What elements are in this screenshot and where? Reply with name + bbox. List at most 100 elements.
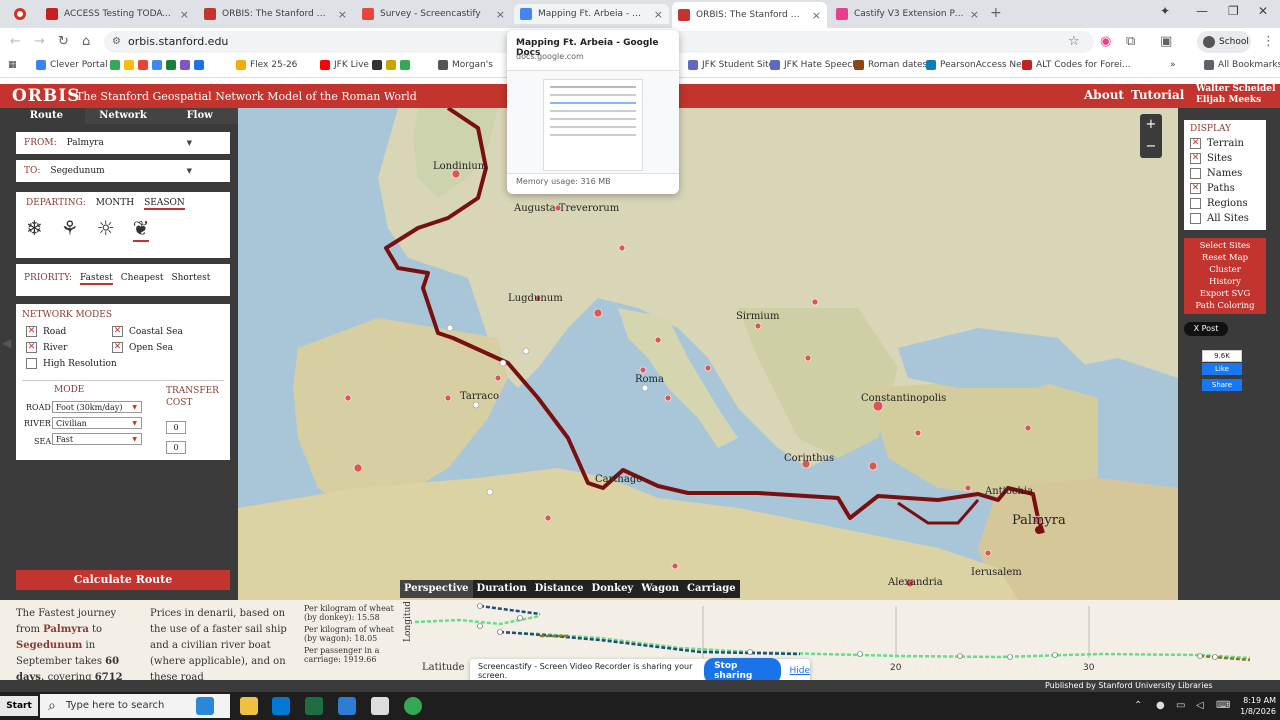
bookmark-roman-dates[interactable]: Roman dates <box>854 60 927 70</box>
chrome-icon[interactable] <box>404 697 422 715</box>
checkbox-empty-icon[interactable] <box>1190 168 1201 179</box>
chart-tab-duration[interactable]: Duration <box>473 580 531 598</box>
autumn-leaf-icon[interactable]: ❦ <box>132 216 150 242</box>
bookmark-jfk-live[interactable]: JFK Live <box>320 60 369 70</box>
chart-tab-wagon[interactable]: Wagon <box>637 580 683 598</box>
castify-extension-icon[interactable]: ◉ <box>1100 34 1111 49</box>
calculate-route-button[interactable]: Calculate Route <box>16 570 230 590</box>
spring-tulip-icon[interactable]: ⚘ <box>61 216 79 242</box>
site-dot[interactable] <box>444 394 452 402</box>
season-toggle[interactable]: SEASON <box>144 198 185 210</box>
chart-tab-donkey[interactable]: Donkey <box>588 580 638 598</box>
chart-tab-distance[interactable]: Distance <box>531 580 588 598</box>
site-dot[interactable] <box>704 364 712 372</box>
about-link[interactable]: About <box>1084 88 1124 102</box>
bookmark-icon-strip[interactable] <box>110 60 208 70</box>
taskbar-clock[interactable]: 8:19 AM 1/8/2026 <box>1238 695 1276 717</box>
restore-icon[interactable]: ❐ <box>1228 4 1239 18</box>
close-icon[interactable]: × <box>496 8 505 21</box>
site-dot[interactable] <box>618 244 626 252</box>
tray-chevron-icon[interactable]: ⌃ <box>1134 700 1142 711</box>
tab-mapping-docs[interactable]: Mapping Ft. Arbeia - Google D× <box>514 4 669 24</box>
x-post-button[interactable]: X Post <box>1184 322 1228 336</box>
tab-access-testing[interactable]: ACCESS Testing TODAY PERIOD× <box>40 4 195 24</box>
bookmark-alt-codes[interactable]: ALT Codes for Forei... <box>1022 60 1131 70</box>
reset-map-link[interactable]: Reset Map <box>1184 252 1266 264</box>
tab-route[interactable]: Route <box>8 108 85 124</box>
month-toggle[interactable]: MONTH <box>96 198 134 210</box>
sea-mode-select[interactable]: Fast <box>52 433 142 445</box>
path-coloring-link[interactable]: Path Coloring <box>1184 300 1266 312</box>
road-mode-select[interactable]: Foot (30km/day) <box>52 401 142 413</box>
site-dot[interactable] <box>353 463 363 473</box>
tab-survey[interactable]: Survey - Screencastify × <box>356 4 511 24</box>
city-label-antiochia[interactable]: Antiochia <box>984 486 1033 497</box>
app-icon[interactable] <box>272 697 290 715</box>
chart-tab-carriage[interactable]: Carriage <box>683 580 740 598</box>
city-label-constantinopolis[interactable]: Constantinopolis <box>861 393 946 404</box>
city-label-roma[interactable]: Roma <box>635 374 664 385</box>
site-dot[interactable] <box>639 366 647 374</box>
site-dot[interactable] <box>1024 424 1032 432</box>
river-mode-select[interactable]: Civilian <box>52 417 142 429</box>
site-dot[interactable] <box>964 484 972 492</box>
gemini-icon[interactable]: ✦ <box>1160 4 1170 18</box>
display-paths[interactable]: ✕ Paths <box>1190 181 1260 196</box>
site-dot[interactable] <box>344 394 352 402</box>
bookmark-star-icon[interactable]: ☆ <box>1068 34 1080 49</box>
city-label-corinthus[interactable]: Corinthus <box>784 453 834 464</box>
site-dot[interactable] <box>868 461 878 471</box>
back-icon[interactable]: ← <box>10 34 21 49</box>
facebook-share-button[interactable]: Share <box>1202 379 1242 391</box>
checkbox-checked-icon[interactable]: ✕ <box>26 342 37 353</box>
reload-icon[interactable]: ↻ <box>58 34 69 49</box>
panel-collapse-left-icon[interactable]: ◀ <box>2 336 11 350</box>
start-button[interactable]: Start <box>0 696 38 716</box>
to-select[interactable]: TO: Segedunum ▼ <box>16 160 230 182</box>
city-label-tarraco[interactable]: Tarraco <box>460 391 499 402</box>
city-label-carthago[interactable]: Carthago <box>595 474 642 485</box>
site-dot[interactable] <box>664 394 672 402</box>
checkbox-checked-icon[interactable]: ✕ <box>1190 138 1201 149</box>
display-regions[interactable]: Regions <box>1190 196 1260 211</box>
checkbox-checked-icon[interactable]: ✕ <box>112 326 123 337</box>
app-icon[interactable] <box>371 697 389 715</box>
published-by[interactable]: Published by Stanford University Librari… <box>1045 681 1213 690</box>
checkbox-checked-icon[interactable]: ✕ <box>26 326 37 337</box>
bookmark-morgans[interactable]: Morgan's <box>438 60 493 70</box>
tab-orbis-2[interactable]: ORBIS: The Stanford Geospatial× <box>672 2 827 28</box>
all-bookmarks[interactable]: All Bookmarks <box>1204 60 1280 70</box>
site-dot[interactable] <box>984 549 992 557</box>
bookmark-clever[interactable]: Clever Portal <box>36 60 108 70</box>
export-svg-link[interactable]: Export SVG <box>1184 288 1266 300</box>
transfer-cost-sea-input[interactable]: 0 <box>166 441 186 454</box>
volume-icon[interactable]: ◁ <box>1196 700 1204 711</box>
checkbox-checked-icon[interactable]: ✕ <box>1190 183 1201 194</box>
checkbox-empty-icon[interactable] <box>1190 213 1201 224</box>
display-all-sites[interactable]: All Sites <box>1190 211 1260 226</box>
window-close-icon[interactable]: ✕ <box>1258 4 1268 18</box>
mode-river[interactable]: ✕ River <box>26 342 67 353</box>
site-dot[interactable] <box>754 322 762 330</box>
checkbox-checked-icon[interactable]: ✕ <box>1190 153 1201 164</box>
display-sites[interactable]: ✕ Sites <box>1190 151 1260 166</box>
priority-fastest[interactable]: Fastest <box>79 273 113 285</box>
bookmark-jfk-hate[interactable]: JFK Hate Speech <box>770 60 858 70</box>
bookmark-pearson[interactable]: PearsonAccess Next <box>926 60 1030 70</box>
checkbox-checked-icon[interactable]: ✕ <box>112 342 123 353</box>
bookmark-icon-strip-2[interactable] <box>372 60 414 70</box>
transfer-cost-river-input[interactable]: 0 <box>166 421 186 434</box>
site-dot[interactable] <box>804 354 812 362</box>
zoom-out-button[interactable]: − <box>1140 136 1162 158</box>
history-link[interactable]: History <box>1184 276 1266 288</box>
tab-castify[interactable]: Castify V3 Extension Popup× <box>830 4 985 24</box>
city-label-alexandria[interactable]: Alexandria <box>887 577 943 588</box>
forward-icon[interactable]: → <box>34 34 45 49</box>
city-label-ierusalem[interactable]: Ierusalem <box>971 567 1022 578</box>
mode-high-resolution[interactable]: High Resolution <box>26 358 117 369</box>
tab-search-icon[interactable]: ▣ <box>1160 34 1172 49</box>
site-dot[interactable] <box>593 308 603 318</box>
language-icon[interactable]: ⌨ <box>1216 700 1230 711</box>
file-explorer-icon[interactable] <box>240 697 258 715</box>
app-icon[interactable] <box>338 697 356 715</box>
